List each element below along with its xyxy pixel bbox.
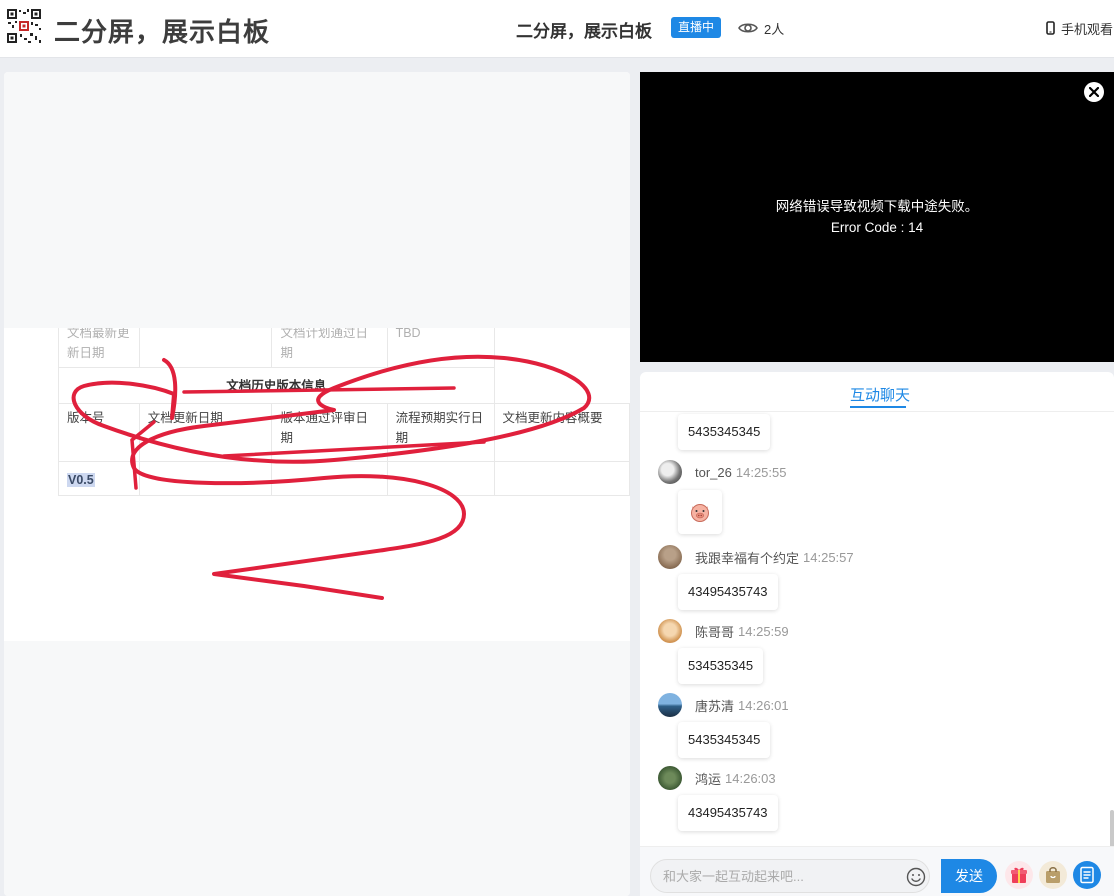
message-time: 14:26:03 [725,770,776,786]
avatar[interactable] [658,545,682,569]
pig-face-icon [691,504,709,522]
live-status-badge: 直播中 [671,17,722,38]
message-time: 14:25:57 [803,549,854,565]
message-nickname: 唐苏清 [695,698,735,714]
avatar[interactable] [658,460,682,484]
send-button[interactable]: 发送 [941,859,997,893]
message-header: 陈哥哥 14:25:59 [658,619,789,643]
chat-message-input[interactable] [650,859,930,893]
message-time: 14:26:01 [738,697,789,713]
whiteboard-blank-area [4,641,630,896]
message-nickname: 陈哥哥 [695,624,735,640]
table-cell [138,461,273,496]
avatar[interactable] [658,619,682,643]
message-bubble: 43495435743 [678,574,778,610]
message-nickname: 鸿运 [695,771,722,787]
mobile-watch-label: 手机观看 [1061,21,1114,37]
document-icon [1080,866,1094,884]
message-header: 鸿运 14:26:03 [658,766,776,790]
column-header: 流程预期实行日期 [386,403,495,462]
table-row: 文档历史版本信息 [58,367,630,404]
message-header: 我跟幸福有个约定 14:25:57 [658,545,854,569]
chat-panel: 互动聊天 5435345345 tor_26 14:25:55 我跟幸福有个约定… [640,372,1114,896]
chat-input-bar: 发送 [640,846,1114,896]
message-bubble: 43495435743 [678,795,778,831]
tab-interactive-chat[interactable]: 互动聊天 [850,384,910,405]
message-header: 唐苏清 14:26:01 [658,693,789,717]
column-header: 版本号 [58,403,140,462]
active-tab-indicator [850,406,906,408]
qr-code-logo [6,8,42,44]
version-value: V0.5 [67,473,95,487]
notes-button[interactable] [1073,861,1101,889]
chat-scrollbar[interactable] [1110,810,1114,846]
close-icon [1089,87,1099,97]
table-cell: 文档计划通过日期 [271,328,388,368]
eye-icon [738,23,758,33]
message-time: 14:25:59 [738,623,789,639]
message-time: 14:25:55 [735,464,787,480]
message-bubble: 5435345345 [678,722,771,758]
gift-icon [1011,867,1027,883]
message-bubble: 5435345345 [678,414,771,450]
message-nickname: tor_26 [695,464,732,480]
message-bubble: 534535345 [678,648,764,684]
version-cell: V0.5 [58,461,140,496]
table-cell [271,461,388,496]
avatar[interactable] [658,766,682,790]
table-row: 文档最新更新日期 文档计划通过日期 TBD [58,328,630,368]
message-nickname: 我跟幸福有个约定 [695,550,800,566]
table-cell [493,461,630,496]
message-bubble-emoji [678,490,722,534]
chat-message-list[interactable]: 5435345345 tor_26 14:25:55 我跟幸福有个约定 14:2… [640,412,1114,846]
table-cell [386,461,495,496]
shopping-bag-icon [1046,867,1060,883]
column-header: 文档更新日期 [138,403,273,462]
viewer-count: 2人 [738,18,784,38]
message-header: tor_26 14:25:55 [658,460,786,484]
document-table: 文档最新更新日期 文档计划通过日期 TBD 文档历史版本信息 版本号 文档更新日… [58,328,630,496]
whiteboard-blank-area [4,72,630,328]
column-header: 文档更新内容概要 [493,403,630,462]
column-header: 版本通过评审日期 [271,403,388,462]
top-header: 二分屏，展示白板 二分屏，展示白板 直播中 2人 手机观看 [0,0,1114,58]
gift-button[interactable] [1005,861,1033,889]
table-row: V0.5 [58,461,630,496]
error-code: Error Code : 14 [830,220,924,235]
video-error-message: 网络错误导致视频下载中途失败。 Error Code : 14 [640,196,1114,238]
avatar[interactable] [658,693,682,717]
broadcast-title: 二分屏，展示白板 [516,22,652,41]
mobile-watch-link[interactable]: 手机观看 [1046,18,1113,38]
close-video-button[interactable] [1084,82,1104,102]
phone-icon [1046,21,1055,35]
emoji-icon[interactable] [906,867,926,887]
section-title: 文档历史版本信息 [58,367,495,404]
video-player[interactable]: 网络错误导致视频下载中途失败。 Error Code : 14 [640,72,1114,362]
whiteboard-panel[interactable]: 文档最新更新日期 文档计划通过日期 TBD 文档历史版本信息 版本号 文档更新日… [4,72,630,896]
table-header-row: 版本号 文档更新日期 版本通过评审日期 流程预期实行日期 文档更新内容概要 [58,403,630,462]
document-page: 文档最新更新日期 文档计划通过日期 TBD 文档历史版本信息 版本号 文档更新日… [4,328,630,641]
app-title: 二分屏，展示白板 [54,17,271,47]
table-cell [138,328,273,368]
table-cell: TBD [386,328,495,368]
table-cell: 文档最新更新日期 [58,328,140,368]
viewer-count-label: 2人 [764,21,785,37]
error-text: 网络错误导致视频下载中途失败。 [775,199,979,214]
chat-tab-bar: 互动聊天 [640,372,1114,412]
shop-button[interactable] [1039,861,1067,889]
